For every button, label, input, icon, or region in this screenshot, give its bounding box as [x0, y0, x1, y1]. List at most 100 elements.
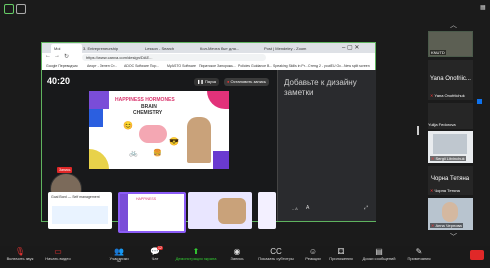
participant-name: Yulija Fedorova — [428, 122, 456, 127]
yellow-shape — [89, 149, 109, 169]
slide-thumbnail[interactable] — [188, 192, 252, 229]
participant-tile[interactable]: Yana Onofriic... ✕ Yana Onofriichuk — [428, 60, 473, 100]
browser-tab[interactable]: Post | Mendeley - Zoom — [261, 44, 324, 53]
thumbnail-graphic — [120, 194, 128, 231]
browser-tab[interactable]: Lesson - Search — [142, 44, 197, 53]
notes-button[interactable]: ✎ Примечания — [403, 246, 435, 265]
toolbar-label: Доски сообщений — [362, 256, 396, 261]
participant-display-name: Чорна Тетяна — [431, 176, 470, 182]
chevron-up-icon[interactable]: ︿ — [450, 20, 457, 30]
thumbnail-graphic — [218, 198, 246, 224]
record-icon: ◉ — [233, 247, 241, 256]
participant-tile[interactable]: Чорна Тетяна ✕ Чорна Тетяна — [428, 166, 473, 195]
blue-shape — [89, 109, 103, 127]
bicycle-icon: 🚲 — [129, 150, 138, 157]
bookmark[interactable]: Стенд 2 - youtEU Ос... — [308, 62, 344, 70]
participants-button[interactable]: 👥42 Участники — [104, 246, 134, 265]
notes-panel[interactable]: Добавьте к дизайну заметки – A A ⤢ — [277, 70, 376, 221]
shield-icon[interactable] — [4, 4, 14, 14]
chevron-down-icon[interactable]: ﹀ — [450, 232, 457, 242]
layout-icon[interactable]: ▦ — [480, 4, 486, 11]
bookmark[interactable]: Апорт - Зелен Ст... — [87, 62, 117, 70]
bookmark[interactable]: MyASTO Software — [167, 62, 196, 70]
stop-recording-label: Остановить запись — [230, 79, 267, 84]
bookmark[interactable]: Пиратское Запорожь... — [199, 62, 236, 70]
participant-tile[interactable]: ✕ Sergii Litvinchuk — [428, 131, 473, 163]
participant-name: ✕ Анна Чернова — [430, 223, 463, 228]
expand-icon[interactable]: ⤢ — [364, 205, 368, 211]
toolbar-label: Начать видео — [45, 256, 71, 261]
forward-icon[interactable]: → — [54, 53, 60, 59]
browser-tab[interactable]: 3. Entrepreneurship — [80, 44, 143, 53]
thumbnail-graphic — [52, 206, 108, 224]
window-controls[interactable]: – ▢ ✕ — [342, 44, 359, 51]
emoji-icon: 😊 — [123, 121, 133, 130]
thumbnail-caption: Goal Bord — Self management — [51, 195, 100, 199]
reload-icon[interactable]: ↻ — [64, 53, 69, 60]
browser-tab[interactable]: Кол-Мечта быт для... — [197, 44, 262, 53]
share-screen-icon: ⬆ — [192, 247, 200, 256]
decrease-font-button[interactable]: – A — [292, 206, 298, 211]
browser-tab[interactable]: Moi — [51, 44, 82, 53]
slide-thumbnail-selected[interactable]: HAPPINESS — [118, 192, 186, 233]
slide-thumbnail[interactable] — [258, 192, 276, 229]
slide-thumbnail[interactable]: Goal Bord — Self management — [48, 192, 112, 229]
shared-screen: Moi 3. Entrepreneurship Lesson - Search … — [41, 42, 376, 233]
record-button[interactable]: ◉ Запись — [226, 246, 248, 265]
stop-recording-button[interactable]: ● Остановить запись — [224, 78, 270, 86]
toolbar-label: Участники — [109, 256, 129, 261]
participant-video — [433, 134, 467, 154]
presentation-timer: 40:20 — [47, 76, 71, 86]
participant-display-name: Yana Onofriic... — [430, 76, 471, 82]
participant-tile[interactable]: ✕ Анна Чернова — [428, 198, 473, 230]
whiteboards-button[interactable]: ▤ Доски сообщений — [360, 246, 398, 265]
pause-button[interactable]: ❚❚ Пауза — [194, 78, 219, 86]
purple-corner-shape — [213, 151, 229, 169]
bookmark[interactable]: New split screen — [344, 62, 370, 70]
bookmark[interactable]: Google Переводчик — [46, 62, 78, 70]
bookmark[interactable]: ADOC Software Пор... — [124, 62, 159, 70]
end-meeting-button[interactable] — [470, 250, 484, 260]
url-field[interactable]: https://www.canva.com/design/DAE... — [82, 54, 266, 61]
participant-name: KNUTD — [430, 50, 446, 55]
unmute-button[interactable]: 🎙 Включить звук — [2, 246, 38, 265]
toolbar-label: Запись — [230, 256, 244, 261]
back-icon[interactable]: ← — [45, 53, 51, 59]
share-screen-button[interactable]: ⬆ Демонстрация экрана — [170, 246, 222, 265]
woman-photo — [187, 117, 211, 163]
slide-title: HAPPINESS HORMONES — [115, 97, 175, 103]
captions-button[interactable]: CC Показать субтитры — [254, 246, 298, 265]
meeting-toolbar: 🎙 Включить звук ▭ Начать видео 👥42 Участник… — [0, 246, 490, 265]
slide-subtitle-chemistry: CHEMISTRY — [133, 110, 163, 116]
participant-video — [442, 202, 458, 222]
toolbar-label: Включить звук — [6, 256, 34, 261]
toolbar-label: Демонстрация экрана — [175, 256, 217, 261]
participant-name: ✕ Yana Onofriichuk — [430, 93, 465, 98]
sidebar-resize-handle[interactable] — [417, 126, 419, 135]
participant-tile[interactable]: KNUTD — [428, 31, 473, 57]
pause-icon: ❚❚ — [197, 79, 205, 84]
food-icon: 🍔 — [153, 150, 162, 157]
whiteboard-icon: ▤ — [375, 247, 383, 256]
cc-icon: CC — [270, 247, 282, 256]
toolbar-label: Показать субтитры — [258, 256, 294, 261]
increase-font-button[interactable]: A — [306, 205, 309, 211]
reactions-button[interactable]: ☺ Реакции — [302, 246, 324, 265]
view-icon[interactable] — [16, 4, 26, 14]
apps-button[interactable]: ⚃ Приложения — [326, 246, 356, 265]
toolbar-label: Примечания — [407, 256, 431, 261]
bookmark[interactable]: Policies Guidance B... — [238, 62, 272, 70]
browser-tab-strip: Moi 3. Entrepreneurship Lesson - Search … — [42, 43, 375, 53]
mic-muted-icon: 🎙 — [14, 247, 26, 256]
canva-presenter-view: 40:20 ❚❚ Пауза ● Остановить запись HAPPI… — [42, 70, 376, 233]
start-video-button[interactable]: ▭ Начать видео — [40, 246, 76, 265]
current-slide: HAPPINESS HORMONES BRAIN CHEMISTRY 😊 😎 🚲… — [89, 91, 229, 169]
participant-tile[interactable]: Yulija Fedorova — [428, 103, 473, 129]
pink-shape — [207, 91, 229, 109]
bookmark[interactable]: Speaking Skills in Pr... — [273, 62, 308, 70]
participants-icon: 👥42 — [114, 247, 124, 263]
notes-icon: ✎ — [415, 247, 423, 256]
more-options-icon[interactable] — [477, 99, 482, 104]
apps-icon: ⚃ — [337, 247, 345, 256]
participant-name: ✕ Чорна Тетяна — [430, 188, 460, 193]
